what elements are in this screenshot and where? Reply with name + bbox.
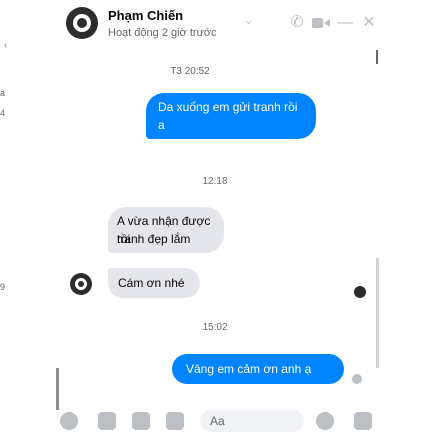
seen-avatar (354, 286, 366, 298)
scrollbar[interactable] (376, 258, 379, 368)
video-icon[interactable] (310, 12, 332, 34)
contact-name[interactable]: Phạm Chiến (108, 8, 183, 23)
minimize-icon[interactable]: — (334, 12, 356, 34)
outgoing-message[interactable]: Da xuống em gửi tranh rồi a (146, 93, 316, 139)
chevron-down-icon[interactable]: ⌄ (244, 14, 253, 27)
edge-text-a: a (0, 88, 6, 98)
timestamp: 12:18 (202, 176, 228, 187)
message-line: tranh đẹp lắm (117, 232, 191, 246)
contact-avatar-small[interactable] (70, 273, 92, 295)
plus-icon[interactable] (60, 412, 78, 430)
chat-header: Phạm Chiến Hoạt động 2 giờ trước ⌄ ✆ — ✕ (0, 0, 432, 46)
message-line: Da xuống em gửi tranh rồi (158, 100, 298, 114)
image-icon[interactable] (98, 412, 116, 430)
timestamp: T3 20:52 (170, 66, 210, 77)
timestamp: 15:02 (202, 322, 228, 333)
edge-glyph: ‹ (4, 40, 7, 50)
message-input[interactable]: Aa (200, 410, 304, 432)
incoming-message[interactable]: A vừa nhận được rồi tranh đẹp lắm (108, 207, 224, 253)
message-line: Cám ơn nhé (118, 276, 185, 290)
message-line: a (158, 118, 165, 132)
like-icon[interactable] (354, 412, 372, 430)
sent-check-icon (352, 374, 362, 384)
edge-text-9: 9 (0, 282, 6, 292)
sticker-icon[interactable] (132, 412, 150, 430)
emoji-icon[interactable] (316, 412, 334, 430)
contact-avatar[interactable] (66, 7, 98, 39)
message-input-placeholder: Aa (210, 414, 225, 428)
message-line: Vâng em cảm ơn anh ạ (186, 362, 312, 376)
contact-status: Hoạt động 2 giờ trước (108, 27, 217, 39)
edge-bar (56, 368, 59, 410)
composer: Aa (0, 410, 432, 432)
scroll-marker (376, 50, 378, 64)
close-icon[interactable]: ✕ (358, 12, 380, 34)
outgoing-message[interactable]: Vâng em cảm ơn anh ạ (172, 354, 344, 384)
phone-icon[interactable]: ✆ (286, 12, 308, 34)
edge-text-4: 4 (0, 108, 6, 118)
incoming-message[interactable]: Cám ơn nhé (108, 268, 200, 298)
gif-icon[interactable] (166, 412, 184, 430)
